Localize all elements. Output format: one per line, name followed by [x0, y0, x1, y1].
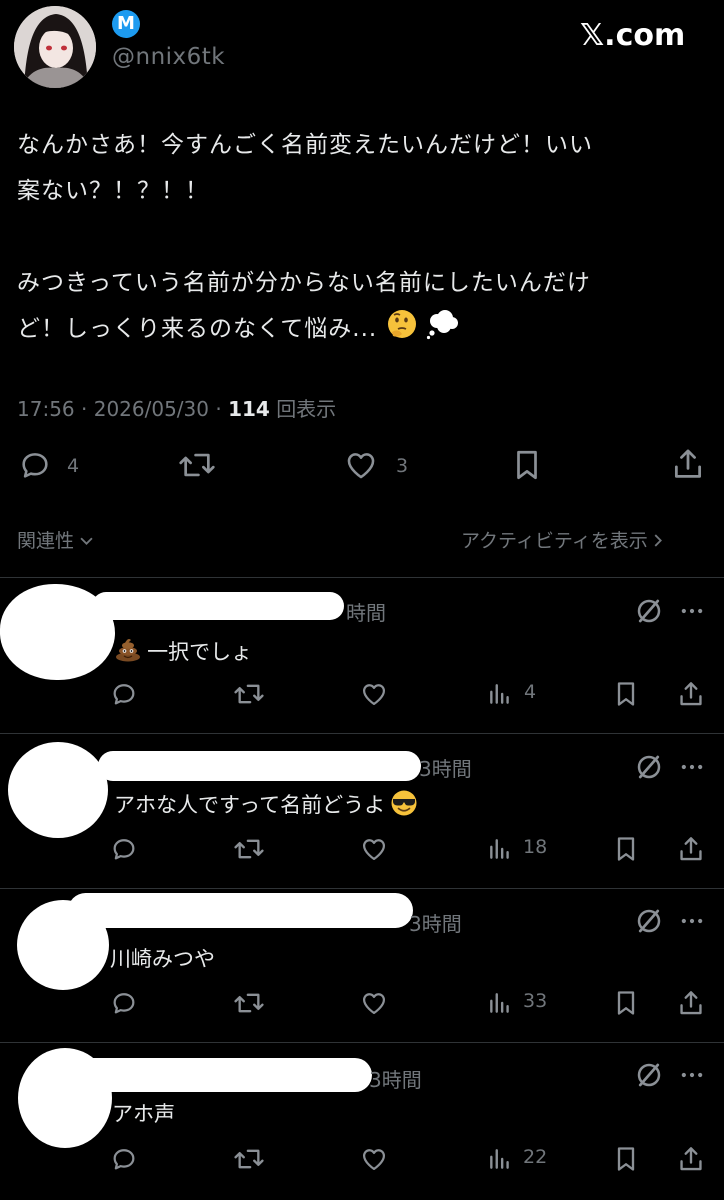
repost-icon[interactable]: [232, 835, 266, 863]
reply-body: アホな人ですって名前どうよ: [114, 793, 386, 817]
thought-balloon-icon: [426, 308, 460, 340]
share-icon[interactable]: [672, 446, 704, 482]
repost-icon[interactable]: [177, 448, 217, 482]
like-icon[interactable]: [343, 448, 379, 482]
reply-name-redaction: [68, 893, 413, 928]
sort-selector[interactable]: 関連性: [17, 526, 93, 553]
reply-timestamp: 3時間: [369, 1068, 422, 1092]
post-line: 案ない？！？！！: [17, 178, 209, 204]
reply-icon[interactable]: [18, 448, 52, 482]
views-count: 18: [523, 836, 548, 858]
activity-label: アクティビティを表示: [461, 530, 648, 552]
post-meta: 17:56 · 2026/05/30 · 114 回表示: [17, 397, 337, 421]
like-icon[interactable]: [359, 680, 389, 708]
author-handle[interactable]: @nnix6tk: [112, 44, 225, 70]
share-icon[interactable]: [678, 679, 704, 709]
grok-icon[interactable]: [634, 596, 664, 626]
reply-name-redaction: [72, 1058, 372, 1092]
smiling-face-with-sunglasses-icon: [390, 789, 418, 817]
views-icon[interactable]: [487, 1146, 513, 1172]
pile-of-poo-icon: [114, 636, 142, 662]
views-count: 4: [524, 681, 537, 703]
views-icon[interactable]: [487, 681, 513, 707]
reply-name-redaction: [98, 751, 421, 781]
bookmark-icon[interactable]: [613, 1145, 639, 1173]
post-date: 2026/05/30: [93, 397, 209, 421]
views-count: 22: [523, 1146, 548, 1168]
site-logo: 𝕏.com: [580, 18, 686, 53]
reply-icon[interactable]: [110, 1145, 138, 1173]
post-text: なんかさあ！今すんごく名前変えたいんだけど！いい 案ない？！？！！ みつきってい…: [17, 122, 717, 352]
author-avatar[interactable]: [14, 6, 96, 88]
post-line: みつきっていう名前が分からない名前にしたいんだけ: [17, 270, 591, 296]
bookmark-icon[interactable]: [613, 680, 639, 708]
share-icon[interactable]: [678, 834, 704, 864]
views-count: 33: [523, 990, 548, 1012]
reply-count: 4: [67, 455, 80, 477]
like-icon[interactable]: [359, 1145, 389, 1173]
grok-icon[interactable]: [634, 752, 664, 782]
chevron-right-icon: [654, 534, 663, 547]
sort-label: 関連性: [17, 530, 75, 552]
verified-badge: M: [112, 10, 140, 38]
like-count: 3: [396, 455, 409, 477]
reply-avatar-redaction: [8, 742, 108, 838]
repost-icon[interactable]: [232, 989, 266, 1017]
divider: [0, 888, 724, 889]
reply-timestamp: 3時間: [409, 912, 462, 936]
more-icon[interactable]: [678, 1060, 706, 1090]
reply-timestamp: 時間: [346, 601, 386, 625]
reply-text: アホな人ですって名前どうよ: [114, 789, 418, 819]
share-icon[interactable]: [678, 1144, 704, 1174]
divider: [0, 1042, 724, 1043]
bookmark-icon[interactable]: [613, 835, 639, 863]
divider: [0, 733, 724, 734]
views-label: 回表示: [276, 397, 337, 421]
post-line: なんかさあ！今すんごく名前変えたいんだけど！いい: [17, 132, 593, 158]
divider: [0, 577, 724, 578]
like-icon[interactable]: [359, 835, 389, 863]
show-activity-link[interactable]: アクティビティを表示: [461, 526, 663, 553]
views-icon[interactable]: [487, 836, 513, 862]
repost-icon[interactable]: [232, 680, 266, 708]
chevron-down-icon: [80, 537, 93, 546]
more-icon[interactable]: [678, 906, 706, 936]
reply-body: アホ声: [112, 1102, 175, 1126]
reply-text: 一択でしょ: [114, 636, 252, 666]
like-icon[interactable]: [359, 989, 389, 1017]
reply-body: 一択でしょ: [147, 640, 253, 664]
more-icon[interactable]: [678, 596, 706, 626]
repost-icon[interactable]: [232, 1145, 266, 1173]
reply-timestamp: 3時間: [419, 757, 472, 781]
reply-name-redaction: [92, 592, 344, 620]
reply-icon[interactable]: [110, 680, 138, 708]
bookmark-icon[interactable]: [613, 989, 639, 1017]
grok-icon[interactable]: [634, 1060, 664, 1090]
views-icon[interactable]: [487, 990, 513, 1016]
share-icon[interactable]: [678, 988, 704, 1018]
post-line: ど！しっくり来るのなくて悩み...: [17, 316, 378, 342]
more-icon[interactable]: [678, 752, 706, 782]
reply-icon[interactable]: [110, 989, 138, 1017]
bookmark-icon[interactable]: [512, 448, 542, 482]
thinking-face-icon: [386, 308, 418, 340]
post-time: 17:56: [17, 397, 75, 421]
reply-icon[interactable]: [110, 835, 138, 863]
reply-body: 川崎みつや: [110, 947, 215, 971]
grok-icon[interactable]: [634, 906, 664, 936]
view-count: 114: [228, 397, 270, 421]
